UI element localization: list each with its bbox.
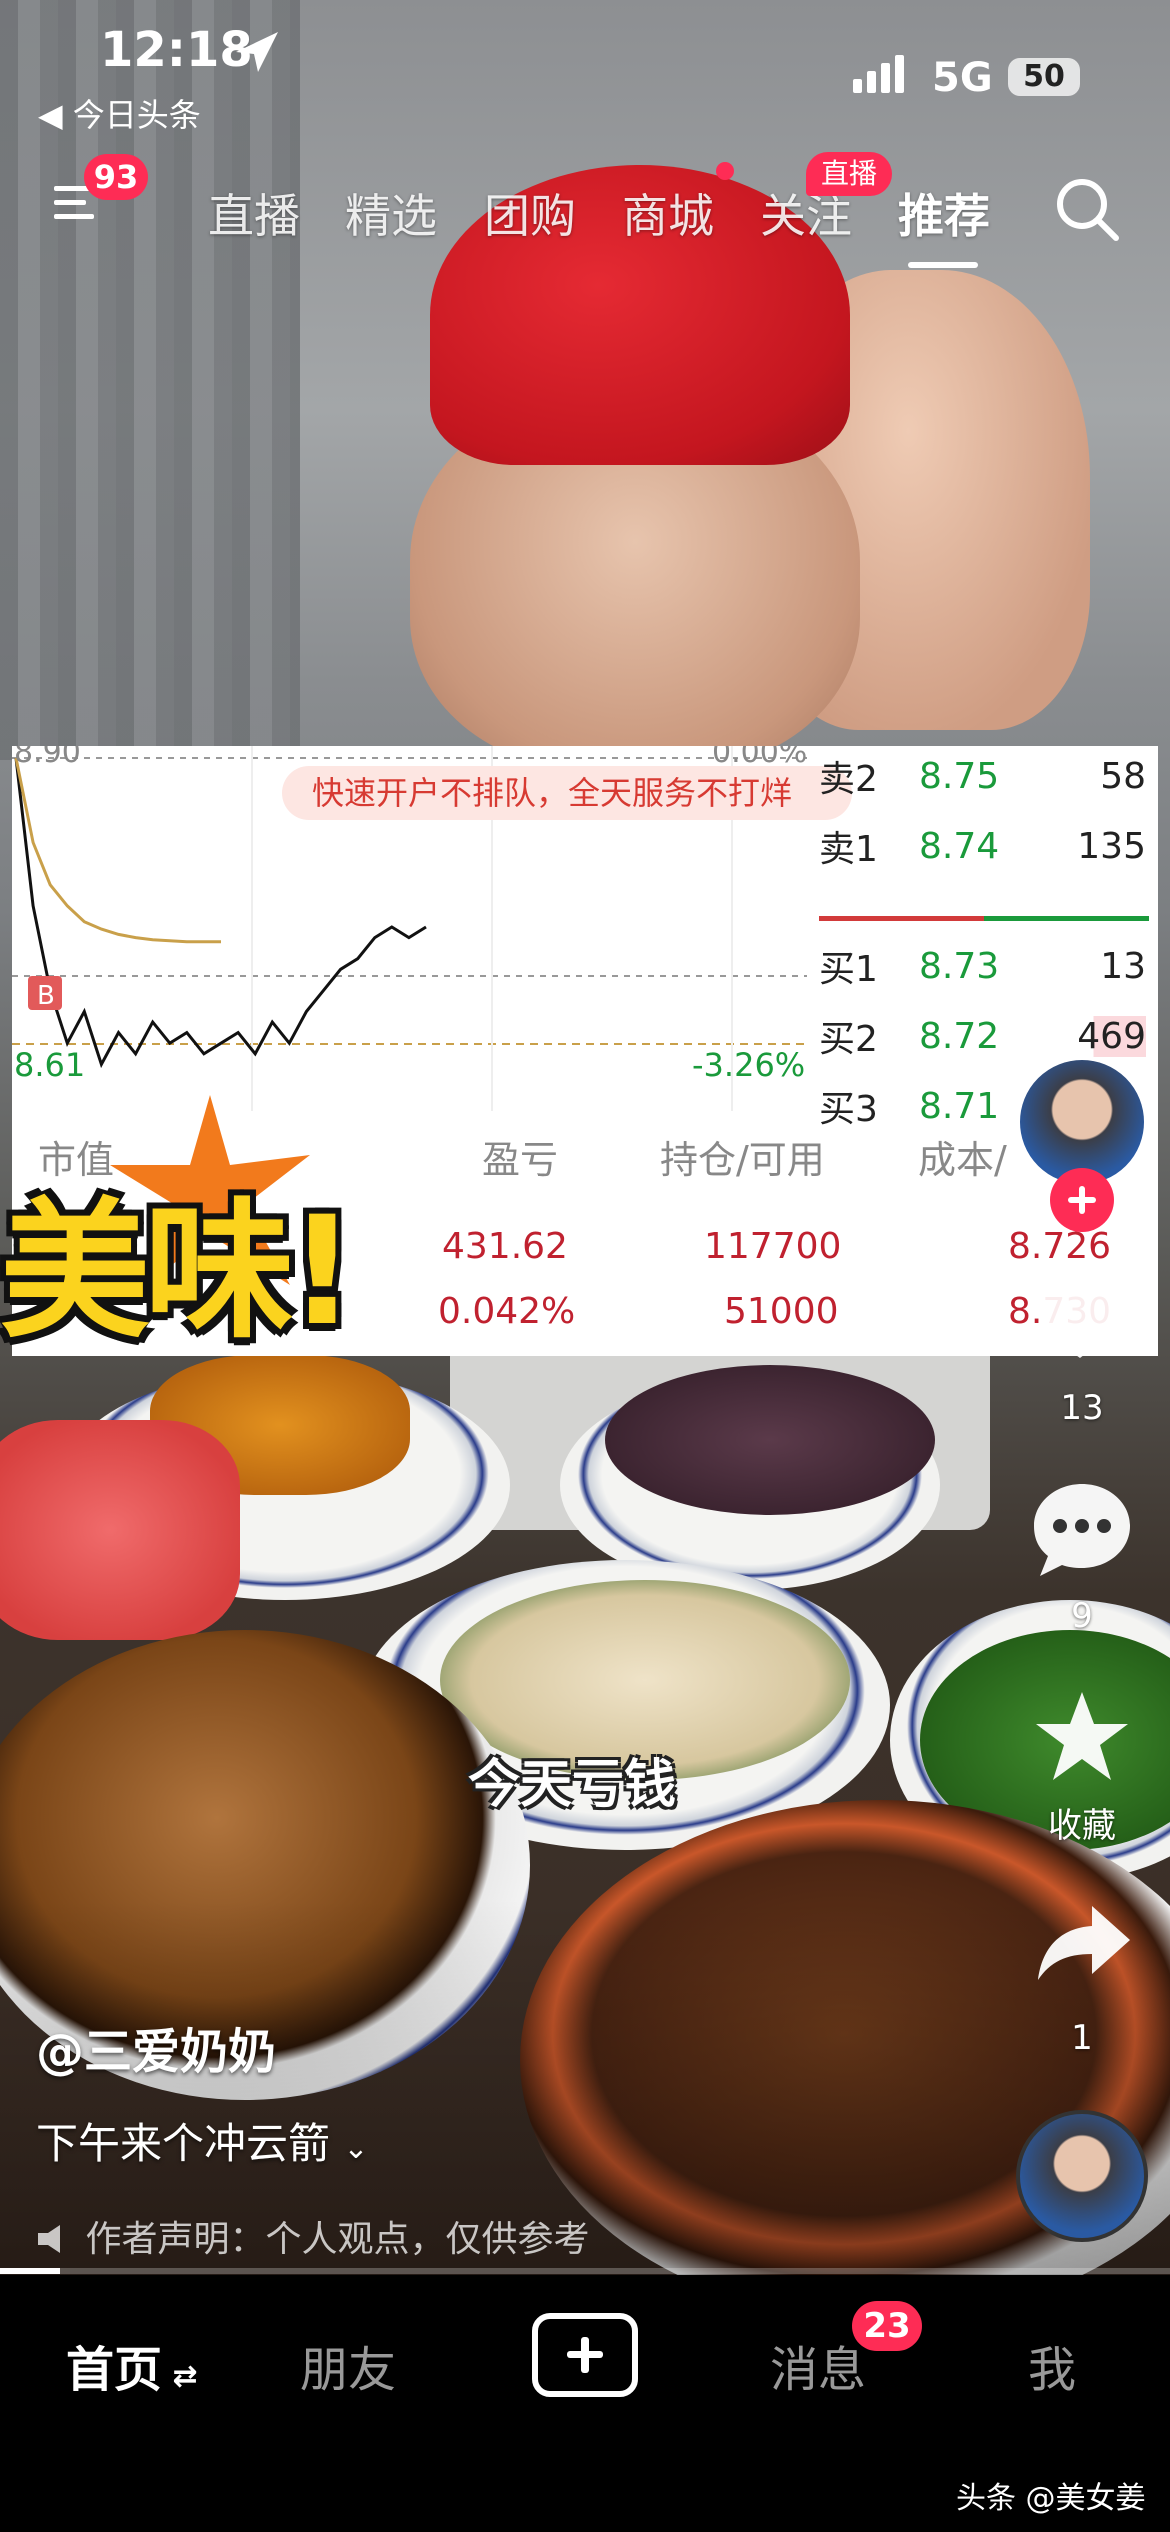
watermark: 头条 @美女姜: [956, 2481, 1146, 2516]
position-holding: 117700: [704, 1226, 842, 1267]
header-profit-loss: 盈亏: [482, 1138, 559, 1182]
back-app-label: 今日头条: [72, 96, 201, 134]
network-type: 5G: [932, 55, 993, 101]
nav-me[interactable]: 我: [1028, 2330, 1076, 2400]
plus-icon: [1068, 1186, 1096, 1214]
favorite-label: 收藏: [1048, 1806, 1116, 1846]
tab-recommend[interactable]: 推荐: [898, 180, 990, 246]
position-holding: 51000: [724, 1291, 839, 1332]
status-time: 12:18: [100, 22, 253, 78]
back-to-app[interactable]: ◀ 今日头条: [38, 90, 201, 136]
chevron-down-icon: ⌄: [343, 2131, 369, 2166]
tab-featured[interactable]: 精选: [345, 180, 437, 246]
order-label: 卖1: [819, 829, 878, 870]
switch-arrows-icon: ⇄: [162, 2359, 198, 2394]
order-price: 8.73: [919, 945, 1000, 987]
following-live-badge: 直播: [806, 152, 892, 196]
author-name[interactable]: @三爱奶奶: [36, 2012, 276, 2082]
menu-badge: 93: [84, 154, 148, 200]
disclaimer: 作者声明：个人观点，仅供参考: [36, 2210, 589, 2262]
comment-count: 9: [1071, 1596, 1093, 1636]
video-description[interactable]: 下午来个冲云箭 ⌄: [36, 2110, 369, 2171]
buy-marker-label: B: [37, 981, 55, 1011]
share-icon[interactable]: [1036, 1902, 1132, 1982]
progress-fill: [0, 2268, 60, 2274]
promo-banner[interactable]: 快速开户不排队，全天服务不打烊: [282, 766, 852, 820]
order-volume: 135: [1077, 825, 1146, 867]
order-volume: 58: [1100, 755, 1146, 797]
position-profit: 431.62: [442, 1226, 568, 1267]
progress-track[interactable]: [0, 2268, 1170, 2274]
music-disc[interactable]: [1016, 2110, 1148, 2242]
order-label: 买1: [819, 949, 878, 990]
order-book: 卖2 8.75 58 卖1 8.74 135 买1 8.73 13 买2 8.7…: [807, 746, 1158, 1130]
sticker-text: 美味!: [0, 1185, 356, 1359]
messages-badge: 23: [852, 2301, 922, 2351]
chart-low-left-label: 8.61: [14, 1046, 85, 1084]
order-price: 8.74: [919, 825, 1000, 867]
order-row-sell-1: 卖1 8.74 135: [819, 816, 1146, 876]
signal-icon: [853, 55, 909, 93]
header-cost: 成本/: [918, 1138, 1007, 1182]
heart-icon[interactable]: [1030, 1270, 1130, 1362]
order-label: 买2: [819, 1019, 878, 1060]
bottom-nav: 首页 ⇄ 朋友 消息 23 我 头条 @美女姜: [0, 2275, 1170, 2532]
bid-ask-divider: [819, 916, 1149, 921]
active-tab-indicator: [908, 262, 978, 268]
nav-home-label: 首页: [66, 2342, 163, 2398]
video-subtitle: 今天亏钱: [468, 1755, 677, 1815]
watermelon-food: [0, 1420, 240, 1640]
purple-rice: [605, 1365, 935, 1515]
star-icon[interactable]: [1034, 1690, 1130, 1782]
position-cost: 8.726: [1008, 1226, 1112, 1267]
nav-home[interactable]: 首页 ⇄: [66, 2330, 198, 2400]
tab-group-buy[interactable]: 团购: [484, 180, 576, 246]
follow-button[interactable]: [1050, 1168, 1114, 1232]
nav-friends[interactable]: 朋友: [300, 2330, 396, 2400]
plus-icon: [567, 2337, 603, 2373]
header-holding-available: 持仓/可用: [660, 1138, 825, 1182]
sticker: 美味!: [0, 1095, 450, 1360]
create-button[interactable]: [532, 2313, 638, 2397]
back-triangle-icon: ◀: [38, 96, 73, 134]
tab-mall[interactable]: 商城: [622, 180, 714, 246]
position-profit: 0.042%: [438, 1291, 576, 1332]
like-count: 13: [1060, 1388, 1104, 1428]
order-row-buy-1: 买1 8.73 13: [819, 936, 1146, 996]
speaker-icon: [38, 2225, 60, 2253]
chart-low-right-label: -3.26%: [692, 1046, 805, 1084]
order-row-sell-2: 卖2 8.75 58: [819, 746, 1146, 806]
search-icon[interactable]: [1054, 176, 1120, 242]
mall-dot-badge: [716, 162, 734, 180]
description-text: 下午来个冲云箭: [36, 2119, 331, 2168]
share-count: 1: [1071, 2018, 1093, 2058]
disclaimer-text: 作者声明：个人观点，仅供参考: [85, 2219, 590, 2260]
order-price: 8.72: [919, 1015, 1000, 1057]
order-label: 卖2: [819, 759, 878, 800]
location-arrow-icon: [236, 32, 278, 72]
order-volume: 13: [1100, 945, 1146, 987]
average-line: [14, 757, 221, 944]
nav-messages[interactable]: 消息: [770, 2330, 866, 2400]
order-price: 8.75: [919, 755, 1000, 797]
chart-top-left-label: 8.90: [14, 746, 81, 770]
comment-icon[interactable]: [1030, 1480, 1134, 1580]
order-volume: 469: [1029, 1015, 1146, 1057]
battery-indicator: 50: [1008, 58, 1080, 96]
tab-live[interactable]: 直播: [208, 180, 300, 246]
